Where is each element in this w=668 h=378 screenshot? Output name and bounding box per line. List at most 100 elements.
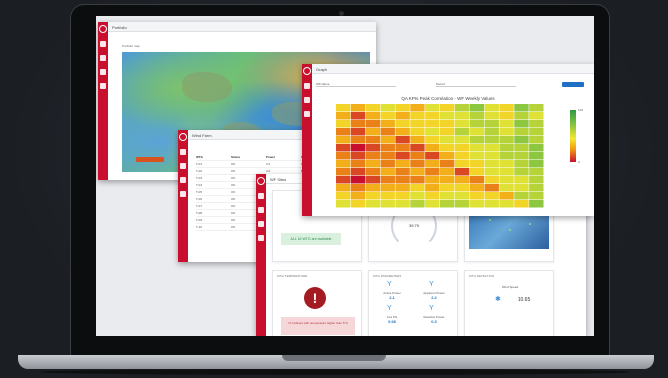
heatmap-cell[interactable] — [514, 120, 529, 128]
heatmap-cell[interactable] — [410, 144, 425, 152]
heatmap-cell[interactable] — [484, 104, 499, 112]
heatmap-cell[interactable] — [365, 160, 381, 168]
heatmap-cell[interactable] — [425, 200, 440, 208]
heatmap-cell[interactable] — [395, 184, 410, 192]
heatmap-cell[interactable] — [440, 136, 455, 144]
heatmap-cell[interactable] — [499, 192, 514, 200]
heatmap-cell[interactable] — [336, 144, 351, 152]
heatmap-cell[interactable] — [380, 160, 395, 168]
heatmap-cell[interactable] — [499, 152, 514, 160]
heatmap-cell[interactable] — [365, 184, 381, 192]
document-icon[interactable] — [258, 235, 264, 241]
heatmap-cell[interactable] — [336, 200, 351, 208]
heatmap-cell[interactable] — [529, 144, 544, 152]
heatmap-cell[interactable] — [454, 112, 470, 120]
heatmap-cell[interactable] — [410, 104, 425, 112]
heatmap-cell[interactable] — [440, 168, 455, 176]
heatmap-cell[interactable] — [529, 168, 544, 176]
heatmap-cell[interactable] — [514, 200, 529, 208]
heatmap-cell[interactable] — [350, 128, 366, 136]
heatmap-cell[interactable] — [514, 184, 529, 192]
search-icon[interactable] — [100, 69, 106, 75]
heatmap-cell[interactable] — [336, 168, 351, 176]
heatmap-cell[interactable] — [350, 152, 366, 160]
filter-period-select[interactable]: Period — [436, 82, 516, 87]
heatmap-cell[interactable] — [380, 184, 395, 192]
heatmap-cell[interactable] — [395, 160, 410, 168]
heatmap-cell[interactable] — [514, 136, 529, 144]
heatmap-cell[interactable] — [469, 192, 485, 200]
heatmap-cell[interactable] — [484, 112, 499, 120]
heatmap-cell[interactable] — [499, 168, 514, 176]
heatmap-cell[interactable] — [380, 168, 395, 176]
heatmap-cell[interactable] — [365, 152, 381, 160]
heatmap-cell[interactable] — [350, 120, 366, 128]
heatmap-cell[interactable] — [514, 104, 529, 112]
heatmap-cell[interactable] — [425, 176, 440, 184]
heatmap-cell[interactable] — [395, 104, 410, 112]
heatmap-cell[interactable] — [425, 128, 440, 136]
heatmap-cell[interactable] — [469, 128, 485, 136]
heatmap-cell[interactable] — [499, 136, 514, 144]
heatmap-cell[interactable] — [499, 104, 514, 112]
heatmap-cell[interactable] — [410, 128, 425, 136]
heatmap-cell[interactable] — [440, 184, 455, 192]
heatmap-cell[interactable] — [410, 112, 425, 120]
heatmap-cell[interactable] — [425, 112, 440, 120]
heatmap-cell[interactable] — [425, 104, 440, 112]
heatmap-cell[interactable] — [529, 176, 544, 184]
heatmap-cell[interactable] — [514, 176, 529, 184]
heatmap-cell[interactable] — [454, 200, 470, 208]
temperature-card[interactable]: WTG TEMPERATURE ! 17 turbines with tempe… — [272, 270, 362, 336]
heatmap-cell[interactable] — [529, 136, 544, 144]
heatmap-cell[interactable] — [469, 200, 485, 208]
heatmap-cell[interactable] — [499, 120, 514, 128]
heatmap-cell[interactable] — [395, 152, 410, 160]
dashboard-icon[interactable] — [180, 149, 186, 155]
heatmap-cell[interactable] — [499, 128, 514, 136]
heatmap-cell[interactable] — [484, 192, 499, 200]
heatmap-cell[interactable] — [529, 104, 544, 112]
map-icon[interactable] — [100, 55, 106, 61]
detection-card[interactable]: WTG DETECTION Wind Speed ✱ 10.65 — [464, 270, 554, 336]
heatmap-cell[interactable] — [365, 128, 381, 136]
heatmap-cell[interactable] — [410, 176, 425, 184]
heatmap-cell[interactable] — [469, 168, 485, 176]
heatmap-cell[interactable] — [440, 120, 455, 128]
heatmap-cell[interactable] — [514, 152, 529, 160]
heatmap-cell[interactable] — [395, 176, 410, 184]
heatmap-cell[interactable] — [425, 136, 440, 144]
heatmap-cell[interactable] — [469, 184, 485, 192]
map-icon[interactable] — [180, 163, 186, 169]
heatmap-cell[interactable] — [514, 192, 529, 200]
heatmap-cell[interactable] — [350, 184, 366, 192]
dashboard-icon[interactable] — [258, 193, 264, 199]
heatmap-cell[interactable] — [484, 200, 499, 208]
heatmap-cell[interactable] — [440, 200, 455, 208]
heatmap-cell[interactable] — [336, 136, 351, 144]
heatmap-cell[interactable] — [529, 152, 544, 160]
heatmap-cell[interactable] — [440, 104, 455, 112]
heatmap-cell[interactable] — [484, 136, 499, 144]
heatmap-cell[interactable] — [499, 200, 514, 208]
heatmap-cell[interactable] — [529, 184, 544, 192]
apply-button[interactable] — [562, 82, 584, 87]
heatmap-cell[interactable] — [395, 128, 410, 136]
heatmap-cell[interactable] — [425, 160, 440, 168]
heatmap-cell[interactable] — [410, 184, 425, 192]
heatmap-cell[interactable] — [484, 168, 499, 176]
heatmap-cell[interactable] — [454, 176, 470, 184]
heatmap-cell[interactable] — [410, 136, 425, 144]
heatmap-cell[interactable] — [440, 128, 455, 136]
column-header[interactable]: Power — [266, 155, 301, 159]
heatmap-cell[interactable] — [499, 112, 514, 120]
heatmap-cell[interactable] — [336, 192, 351, 200]
heatmap-cell[interactable] — [514, 128, 529, 136]
heatmap-cell[interactable] — [499, 160, 514, 168]
heatmap-cell[interactable] — [529, 160, 544, 168]
heatmap-cell[interactable] — [454, 192, 470, 200]
heatmap-cell[interactable] — [365, 104, 381, 112]
heatmap-cell[interactable] — [350, 160, 366, 168]
heatmap-cell[interactable] — [395, 168, 410, 176]
heatmap-cell[interactable] — [365, 168, 381, 176]
